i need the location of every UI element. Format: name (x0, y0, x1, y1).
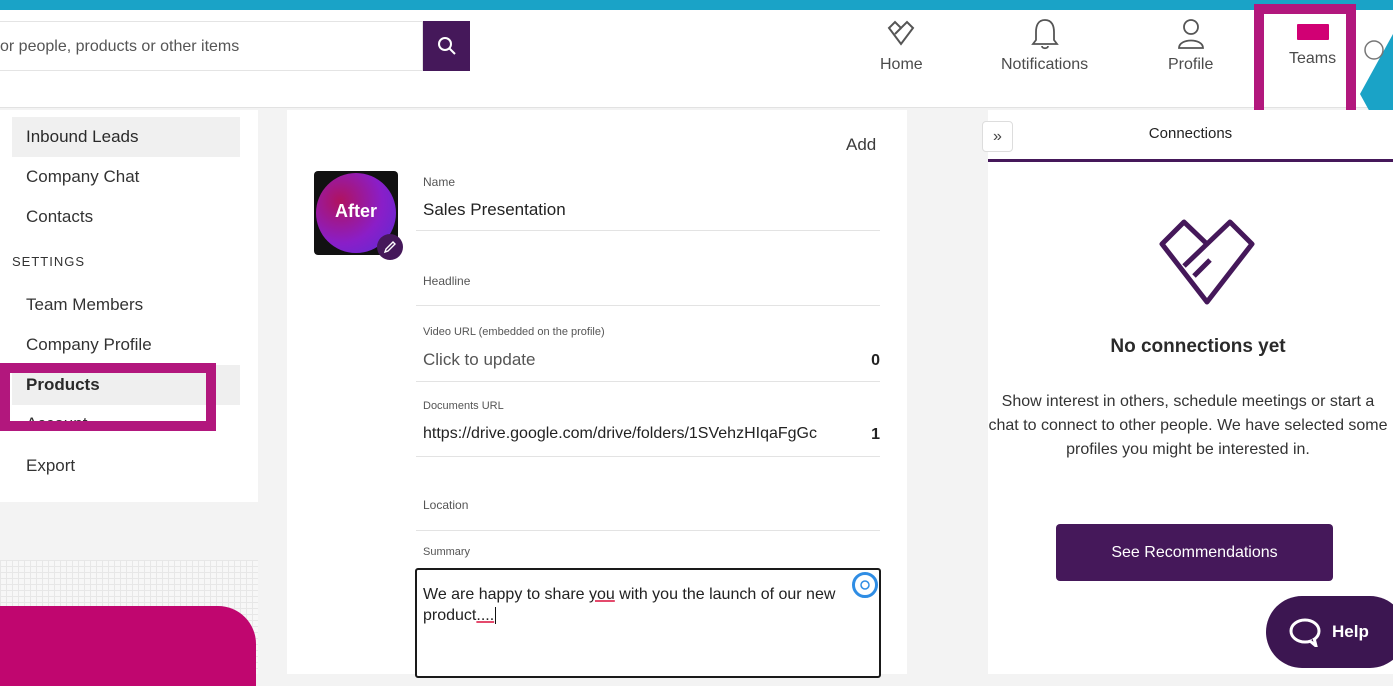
name-value: Sales Presentation (423, 200, 566, 219)
nav-profile-label: Profile (1168, 56, 1214, 73)
search-placeholder: or people, products or other items (0, 38, 240, 55)
summary-text-pre: We are happy to share (423, 586, 590, 603)
nav-home[interactable]: Home (880, 16, 923, 74)
grammar-check-glyph-icon (860, 580, 870, 590)
top-accent-strip (0, 0, 1393, 10)
sidebar-item-company-chat[interactable]: Company Chat (12, 157, 240, 197)
headline-label: Headline (423, 274, 471, 288)
name-field[interactable]: Name Sales Presentation (416, 171, 880, 231)
grammar-check-icon[interactable] (852, 572, 878, 598)
video-url-value: Click to update (423, 350, 536, 369)
video-url-field[interactable]: Video URL (embedded on the profile) Clic… (416, 322, 880, 382)
product-image-text: After (334, 201, 377, 221)
add-link[interactable]: Add (846, 135, 876, 155)
summary-text-dots: .... (476, 607, 495, 624)
edit-image-button[interactable] (377, 234, 403, 260)
sidebar-item-team-members[interactable]: Team Members (12, 285, 240, 325)
documents-url-label: Documents URL (423, 400, 504, 412)
promo-banner (0, 606, 256, 686)
handshake-icon (1159, 219, 1255, 305)
sidebar-item-label: Export (26, 456, 76, 475)
pencil-icon (383, 241, 396, 254)
summary-label: Summary (423, 546, 471, 558)
video-url-count: 0 (871, 352, 880, 369)
help-button[interactable]: Help (1266, 596, 1393, 668)
nav-notifications[interactable]: Notifications (1001, 16, 1088, 74)
sidebar-item-label: Company Profile (26, 335, 152, 354)
search-input[interactable]: or people, products or other items (0, 21, 423, 71)
products-highlight-box (0, 363, 216, 431)
sidebar-item-contacts[interactable]: Contacts (12, 197, 240, 237)
user-icon (1177, 19, 1204, 49)
video-url-label: Video URL (embedded on the profile) (423, 326, 605, 338)
sidebar-item-inbound-leads[interactable]: Inbound Leads (12, 117, 240, 157)
sidebar-settings-heading: SETTINGS (12, 254, 86, 269)
chat-bubble-icon (1289, 618, 1321, 647)
bell-icon (1030, 19, 1059, 50)
summary-textarea[interactable]: We are happy to share you with you the l… (415, 568, 881, 678)
text-cursor (495, 607, 497, 624)
sidebar-item-company-profile[interactable]: Company Profile (12, 325, 240, 365)
documents-url-count: 1 (871, 426, 880, 443)
documents-url-field[interactable]: Documents URL https://drive.google.com/d… (416, 396, 880, 457)
collapse-panel-button[interactable]: » (982, 121, 1013, 152)
documents-url-value: https://drive.google.com/drive/folders/1… (423, 425, 817, 442)
location-field[interactable]: Location (416, 488, 880, 531)
sidebar-item-label: Inbound Leads (26, 127, 139, 146)
sidebar-item-export[interactable]: Export (12, 446, 240, 486)
sidebar-item-label: Contacts (26, 207, 94, 226)
location-label: Location (423, 498, 469, 512)
see-recommendations-button[interactable]: See Recommendations (1056, 524, 1333, 581)
summary-text-flagged: you (589, 586, 615, 603)
help-label: Help (1332, 622, 1369, 641)
tab-connections[interactable]: Connections (988, 110, 1393, 162)
no-connections-title: No connections yet (1110, 336, 1286, 357)
headline-field[interactable]: Headline (416, 262, 880, 306)
handshake-icon (888, 20, 915, 46)
sidebar-item-label: Team Members (26, 295, 144, 314)
sidebar-item-label: Company Chat (26, 167, 140, 186)
double-chevron-right-icon: » (993, 127, 1002, 145)
nav-notifications-label: Notifications (1001, 56, 1089, 73)
search-button[interactable] (423, 21, 470, 71)
nav-home-label: Home (880, 56, 923, 73)
tab-connections-label: Connections (1148, 125, 1233, 142)
nav-profile[interactable]: Profile (1168, 16, 1213, 74)
search-icon (437, 37, 456, 55)
no-connections-description: Show interest in others, schedule meetin… (988, 393, 1388, 458)
name-label: Name (423, 175, 456, 189)
